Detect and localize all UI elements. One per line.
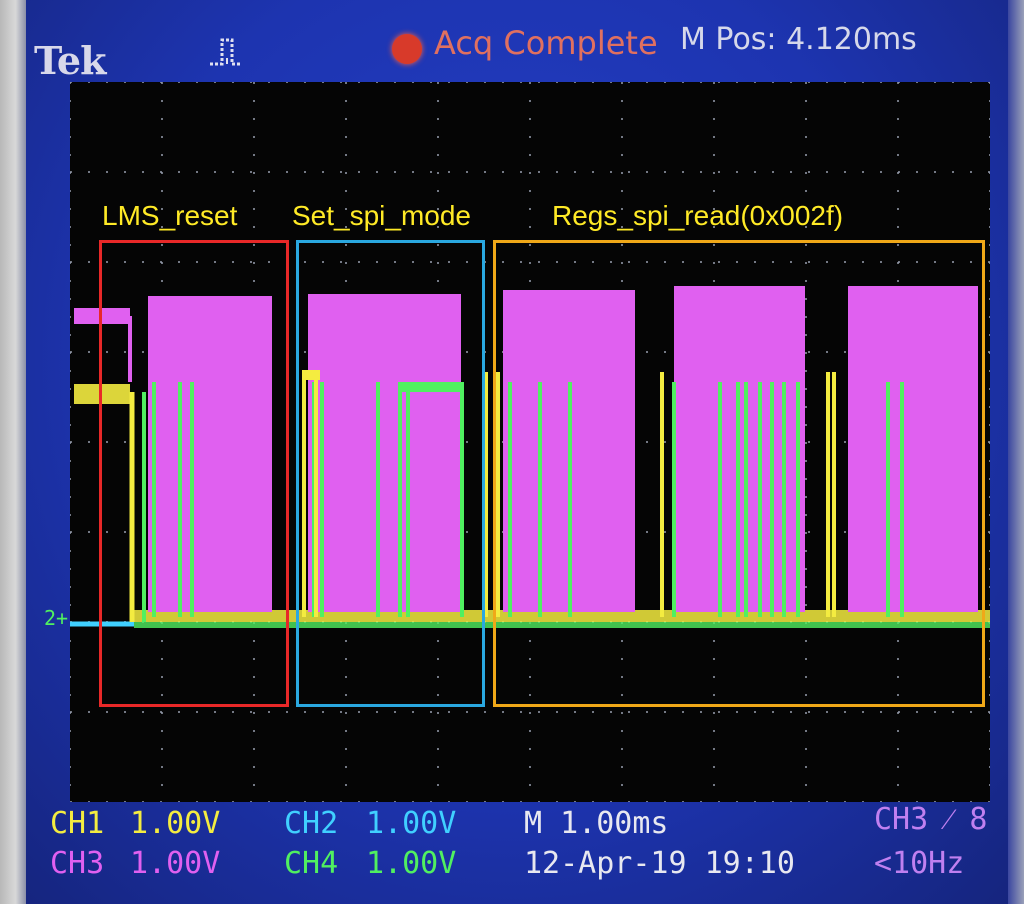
- trigger-source: CH3 ⁄ 8: [874, 802, 988, 837]
- ch4-name: CH4: [284, 846, 339, 881]
- ch4-scale: 1.00V: [366, 846, 457, 881]
- bezel-right: [1008, 0, 1024, 904]
- lms-reset-label: LMS_reset: [102, 200, 238, 231]
- regs-spi-read-label: Regs_spi_read(0x002f): [552, 200, 844, 231]
- acquisition-status: Acq Complete: [434, 24, 658, 62]
- timebase: M 1.00ms: [524, 806, 669, 841]
- ch3-scale: 1.00V: [130, 846, 221, 881]
- set-spi-mode-box: [296, 240, 485, 707]
- status-bar: Tek Acq Complete M Pos: 4.120ms: [26, 0, 1008, 83]
- readout-bar: CH1 1.00V CH3 1.00V CH2 1.00V CH4 1.00V …: [26, 800, 1008, 904]
- oscilloscope-screen: Tek Acq Complete M Pos: 4.120ms 2+ LMS_r…: [0, 0, 1024, 904]
- set-spi-mode-label: Set_spi_mode: [292, 200, 472, 231]
- ch2-scale: 1.00V: [366, 806, 457, 841]
- acq-run-dot-icon: [392, 34, 422, 64]
- bezel-left: [0, 0, 26, 904]
- lms-reset-box: [99, 240, 289, 707]
- ch3-name: CH3: [50, 846, 105, 881]
- regs-spi-read-box: [493, 240, 985, 707]
- ch2-name: CH2: [284, 806, 339, 841]
- ground-marker: 2+: [44, 606, 69, 630]
- brand-logo: Tek: [34, 38, 106, 83]
- horizontal-position: M Pos: 4.120ms: [680, 22, 917, 57]
- ch1-scale: 1.00V: [130, 806, 221, 841]
- ch1-name: CH1: [50, 806, 105, 841]
- datetime: 12-Apr-19 19:10: [524, 846, 795, 881]
- trigger-pulse-icon: [210, 38, 242, 66]
- trigger-frequency: <10Hz: [874, 846, 965, 881]
